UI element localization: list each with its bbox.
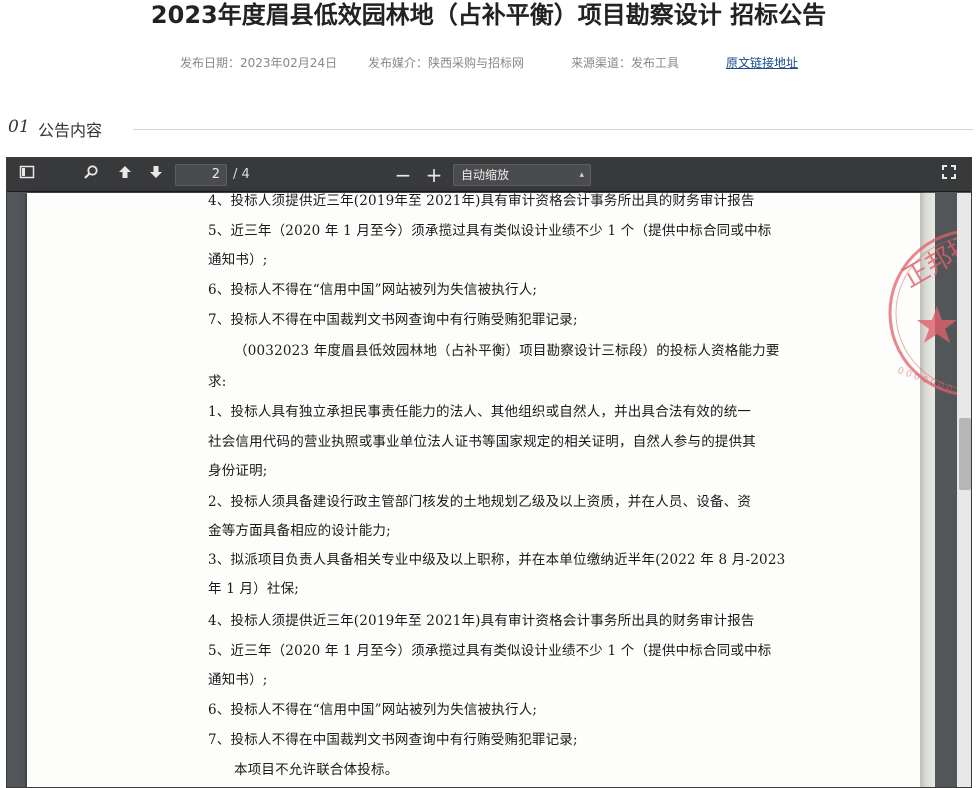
zoom-out-button[interactable]: −	[391, 164, 415, 186]
pdf-content-area[interactable]: 4、投标人须提供近三年(2019年至 2021年)具有审计资格会计事务所出具的财…	[7, 193, 971, 787]
document-line: 通知书）;	[208, 672, 268, 688]
document-line: 4、投标人须提供近三年(2019年至 2021年)具有审计资格会计事务所出具的财…	[208, 193, 755, 209]
section-divider	[133, 129, 973, 130]
source-channel: 来源渠道：发布工具	[571, 56, 680, 70]
section-header: 01 公告内容	[8, 115, 973, 140]
svg-text:0 0 0 0 0 0 0: 0 0 0 0 0 0 0	[896, 366, 953, 395]
vertical-scrollbar[interactable]	[957, 193, 971, 787]
page-number-input[interactable]: 2	[175, 164, 227, 186]
document-line: 求:	[208, 374, 227, 390]
page-title: 2023年度眉县低效园林地（占补平衡）项目勘察设计 招标公告	[150, 1, 827, 29]
document-line: 3、拟派项目负责人具备相关专业中级及以上职称，并在本单位缴纳近半年(2022 年…	[208, 552, 786, 568]
pdf-viewer: 2 / 4 − + 自动缩放 ▴▾ 4、投标人须提供近三年(2019年至 202…	[6, 157, 972, 788]
red-seal-stamp: 正邦招 0 0 0 0 0 0 0	[867, 218, 967, 408]
document-line: 2、投标人须具备建设行政主管部门核发的土地规划乙级及以上资质，并在人员、设备、资	[208, 494, 752, 510]
section-number: 01	[8, 117, 30, 137]
document-line: （0032023 年度眉县低效园林地（占补平衡）项目勘察设计三标段）的投标人资格…	[234, 343, 780, 359]
document-line: 6、投标人不得在“信用中国”网站被列为失信被执行人;	[208, 702, 538, 718]
pdf-toolbar: 2 / 4 − + 自动缩放 ▴▾	[7, 158, 971, 200]
sidebar-toggle-icon[interactable]	[15, 164, 39, 186]
publish-date: 发布日期：2023年02月24日	[180, 56, 338, 70]
document-line: 金等方面具备相应的设计能力;	[208, 523, 391, 539]
document-line: 5、近三年（2020 年 1 月至今）须承揽过具有类似设计业绩不少 1 个（提供…	[208, 643, 772, 659]
zoom-select-value: 自动缩放	[461, 168, 510, 182]
publish-media: 发布媒介：陕西采购与招标网	[368, 56, 525, 70]
arrow-down-icon[interactable]	[144, 164, 168, 186]
document-line: 6、投标人不得在“信用中国”网站被列为失信被执行人;	[208, 282, 538, 298]
page-total: / 4	[233, 167, 250, 182]
document-line: 5、近三年（2020 年 1 月至今）须承揽过具有类似设计业绩不少 1 个（提供…	[208, 223, 772, 239]
document-line: 通知书）;	[208, 252, 268, 268]
document-line: 社会信用代码的营业执照或事业单位法人证书等国家规定的相关证明，自然人参与的提供其	[208, 434, 756, 450]
document-line: 年 1 月）社保;	[208, 581, 300, 597]
search-icon[interactable]	[79, 164, 103, 186]
fullscreen-icon[interactable]	[937, 164, 961, 186]
document-line: 身份证明;	[208, 463, 268, 479]
document-line: 4、投标人须提供近三年(2019年至 2021年)具有审计资格会计事务所出具的财…	[208, 613, 755, 629]
zoom-in-button[interactable]: +	[422, 164, 446, 186]
document-line: 本项目不允许联合体投标。	[234, 762, 399, 778]
document-line: 7、投标人不得在中国裁判文书网查询中有行贿受贿犯罪记录;	[208, 732, 578, 748]
document-line: 1、投标人具有独立承担民事责任能力的法人、其他组织或自然人，并出具合法有效的统一	[208, 404, 752, 420]
arrow-up-icon[interactable]	[113, 164, 137, 186]
scrollbar-thumb[interactable]	[959, 418, 971, 490]
pdf-page: 4、投标人须提供近三年(2019年至 2021年)具有审计资格会计事务所出具的财…	[27, 193, 967, 787]
zoom-select[interactable]: 自动缩放 ▴▾	[453, 164, 591, 200]
section-label: 公告内容	[38, 121, 103, 140]
document-line: 7、投标人不得在中国裁判文书网查询中有行贿受贿犯罪记录;	[208, 312, 578, 328]
original-link[interactable]: 原文链接地址	[726, 54, 798, 71]
